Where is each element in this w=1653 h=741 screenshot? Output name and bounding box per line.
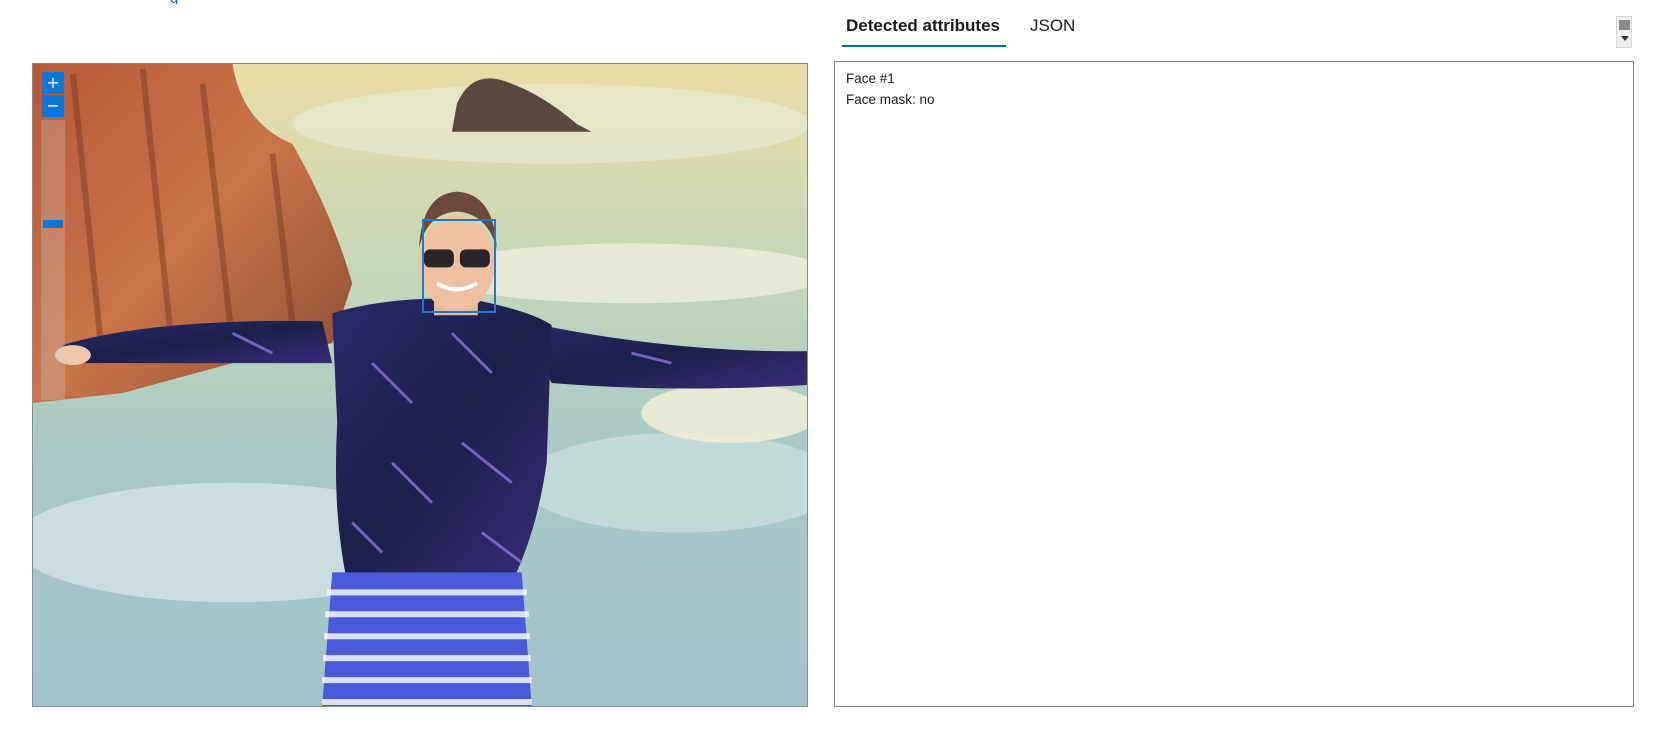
detected-attributes-panel: Face #1 Face mask: no (834, 61, 1634, 707)
zoom-out-button[interactable]: − (42, 95, 64, 117)
tab-detected-attributes[interactable]: Detected attributes (846, 14, 1000, 38)
scroll-down-arrow-icon[interactable] (1621, 36, 1629, 41)
active-tab-indicator (842, 45, 1006, 47)
panel-scrollbar[interactable] (1616, 16, 1632, 48)
top-link[interactable]: g (170, 0, 178, 4)
face-label: Face #1 (846, 71, 895, 86)
face-bounding-box[interactable] (422, 219, 496, 313)
result-tabs: Detected attributes JSON (842, 0, 1622, 48)
top-link-text[interactable]: g (170, 0, 178, 4)
image-viewer[interactable]: + − (32, 63, 808, 707)
scrollbar-thumb[interactable] (1619, 20, 1630, 30)
beach-person-photo (33, 64, 807, 706)
face-mask-attribute: Face mask: no (846, 92, 935, 107)
zoom-slider-handle[interactable] (43, 220, 63, 228)
zoom-slider[interactable] (41, 120, 65, 400)
tab-json[interactable]: JSON (1030, 14, 1075, 38)
zoom-in-button[interactable]: + (42, 72, 64, 94)
